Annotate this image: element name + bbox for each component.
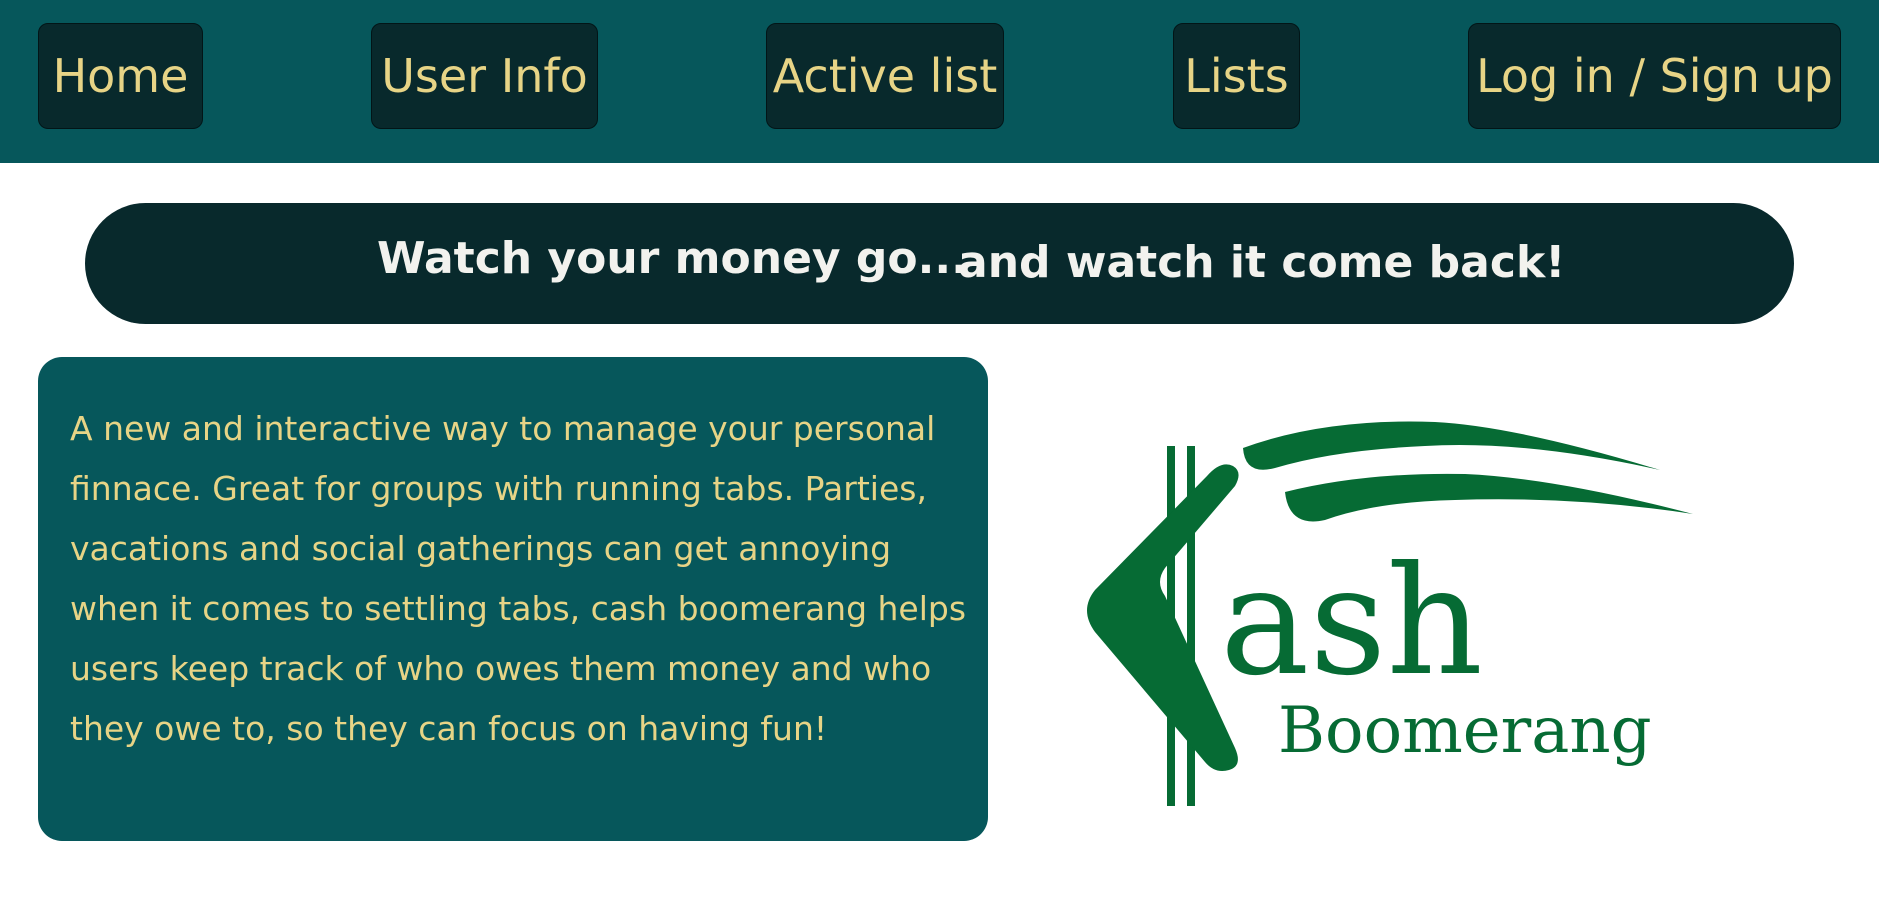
nav-lists-button[interactable]: Lists <box>1173 23 1300 129</box>
boomerang-logo-icon: ash Boomerang <box>1087 421 1693 806</box>
top-navbar: Home User Info Active list Lists Log in … <box>0 0 1879 163</box>
nav-login-signup-button[interactable]: Log in / Sign up <box>1468 23 1841 129</box>
description-card: A new and interactive way to manage your… <box>38 357 988 841</box>
description-text: A new and interactive way to manage your… <box>70 409 967 748</box>
cash-boomerang-logo: ash Boomerang <box>1075 410 1705 810</box>
nav-home-button[interactable]: Home <box>38 23 203 129</box>
logo-word-ash: ash <box>1220 535 1483 709</box>
nav-user-info-button[interactable]: User Info <box>371 23 598 129</box>
tagline-part-2: and watch it come back! <box>958 237 1566 288</box>
logo-word-boomerang: Boomerang <box>1278 694 1652 768</box>
tagline-part-1: Watch your money go... <box>377 233 968 284</box>
tagline-banner: Watch your money go... and watch it come… <box>85 203 1794 324</box>
nav-active-list-button[interactable]: Active list <box>766 23 1004 129</box>
